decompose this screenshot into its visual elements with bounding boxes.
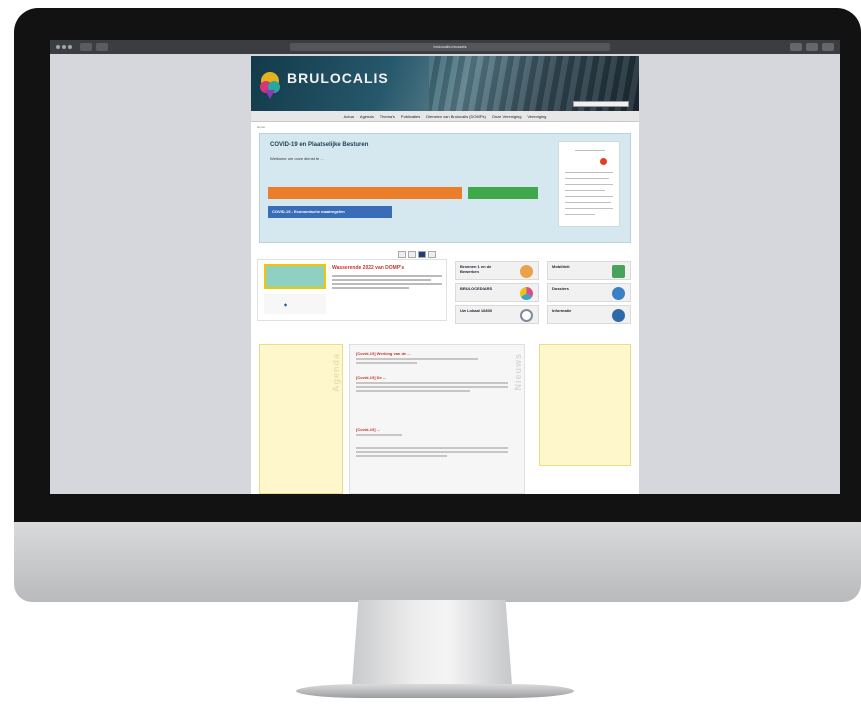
news-item[interactable]: [Covid-19] De ... [356,375,508,392]
search-input[interactable] [573,101,629,107]
minimize-window-icon[interactable] [62,45,66,49]
agenda-label: Agenda [331,353,341,393]
featured-news-body [332,273,442,289]
nav-item[interactable]: Vereniging [527,111,546,121]
forward-button[interactable] [96,43,108,51]
main-nav: Actua Agenda Thema's Publicaties Dienste… [251,111,639,122]
news-item[interactable] [356,445,508,457]
tile-informatie[interactable]: Informatie [547,305,631,324]
people-icon [612,287,625,300]
tile-label: BRULOCEDIARS [460,286,493,291]
maximize-window-icon[interactable] [68,45,72,49]
globe-icon [612,309,625,322]
document-seal-icon [600,158,607,165]
covid-faq-button[interactable] [468,187,538,199]
news-title[interactable]: [Covid-19] ... [356,427,508,432]
right-column [539,344,631,466]
tile-bronnen[interactable]: Bronnen 1 en de Bewerken [455,261,539,280]
tile-mobiliteit[interactable]: Mobiliteit [547,261,631,280]
tile-brulocediars[interactable]: BRULOCEDIARS [455,283,539,302]
nav-item[interactable]: Diensten van Brulocalis (DOMPs) [426,111,486,121]
covid-text: Welkome om onze dienst te ... [270,156,324,161]
tile-label: Bronnen 1 en de Bewerken [460,264,492,274]
tile-label: Informatie [552,308,572,313]
covid-title: COVID-19 en Plaatselijke Besturen [270,142,369,148]
monitor-scene: brulocalis.brussels BRULOCALIS Actua Age… [0,0,861,706]
address-text: brulocalis.brussels [433,44,467,49]
news-label: Nieuws [513,353,523,391]
city-icon [612,265,625,278]
news-title[interactable]: [Covid-19] De ... [356,375,508,380]
featured-news-logo-area: ◆ [264,294,326,314]
agenda-column: Agenda [259,344,343,494]
carousel-pager [398,251,436,258]
share-button[interactable] [790,43,802,51]
featured-news-image [264,264,326,289]
news-item[interactable]: [Covid-19] Werking van de ... [356,351,508,364]
address-bar[interactable]: brulocalis.brussels [290,43,610,51]
nav-item[interactable]: Thema's [380,111,395,121]
monitor-stand-neck [352,600,512,685]
back-button[interactable] [80,43,92,51]
tile-lokaal[interactable]: Uw Lokaal 16800 [455,305,539,324]
nav-item[interactable]: Agenda [360,111,374,121]
covid-info-button[interactable] [268,187,462,199]
site-header: BRULOCALIS [251,56,639,111]
monitor-stand-foot [296,684,574,698]
nav-item[interactable]: Publicaties [401,111,420,121]
logo-pin-icon [260,72,280,99]
covid-economic-button[interactable]: COVID-19 - Economische maatregelen [268,206,392,218]
tile-dossiers[interactable]: Dossiers [547,283,631,302]
tile-label: Uw Lokaal 16800 [460,308,493,313]
pager-dot[interactable] [428,251,436,258]
featured-news-card[interactable]: ◆ Wasserende 2022 van DOMP's [257,259,447,321]
covid-banner: COVID-19 en Plaatselijke Besturen Welkom… [259,133,631,243]
breadcrumb[interactable]: Home [257,125,265,129]
nav-item[interactable]: Onze Vereniging [492,111,522,121]
magnifier-icon [520,309,533,322]
news-item[interactable]: [Covid-19] ... [356,427,508,436]
pencil-chart-icon [520,265,533,278]
news-title[interactable]: [Covid-19] Werking van de ... [356,351,508,356]
web-page: BRULOCALIS Actua Agenda Thema's Publicat… [251,56,639,494]
nav-item[interactable]: Actua [344,111,354,121]
screen: brulocalis.brussels BRULOCALIS Actua Age… [50,40,840,494]
monitor-chin [14,522,861,602]
news-column: Nieuws [Covid-19] Werking van de ... [Co… [349,344,525,494]
featured-news-title[interactable]: Wasserende 2022 van DOMP's [332,265,404,271]
close-window-icon[interactable] [56,45,60,49]
pager-dot-active[interactable] [418,251,426,258]
partner-logo-icon: ◆ [284,302,288,307]
covid-document-thumbnail[interactable] [558,141,620,227]
tile-label: Mobiliteit [552,264,570,269]
browser-titlebar: brulocalis.brussels [50,40,840,54]
tabs-overview-button[interactable] [822,43,834,51]
pie-icon [520,287,533,300]
new-tab-button[interactable] [806,43,818,51]
pager-dot[interactable] [398,251,406,258]
site-logo[interactable]: BRULOCALIS [287,70,389,86]
tile-label: Dossiers [552,286,569,291]
pager-dot[interactable] [408,251,416,258]
